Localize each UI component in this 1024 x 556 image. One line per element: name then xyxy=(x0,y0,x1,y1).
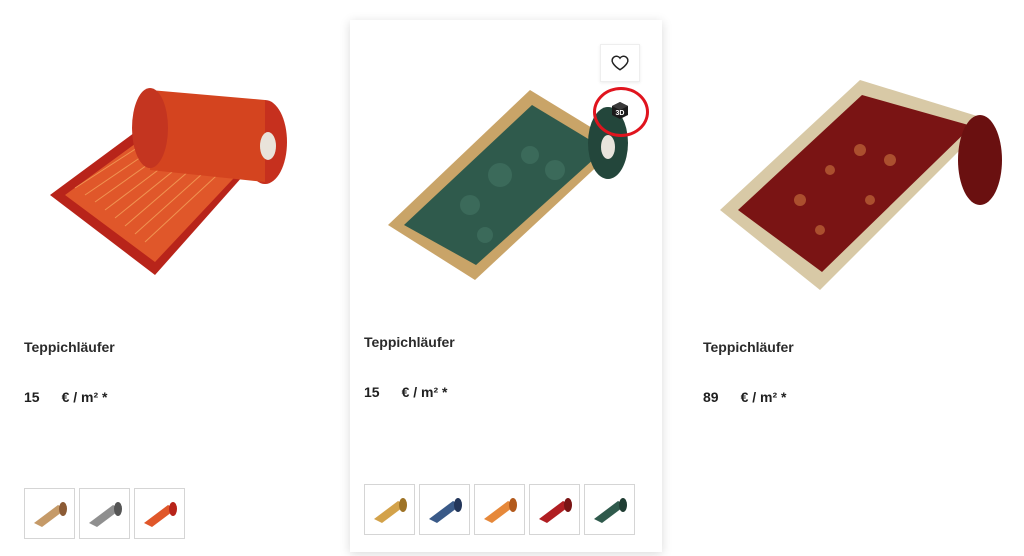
heart-icon xyxy=(611,55,629,71)
color-swatches xyxy=(24,488,185,539)
swatch-orange-runner[interactable] xyxy=(474,484,525,535)
price-value: 15 xyxy=(24,389,40,405)
price-unit: € / m² * xyxy=(740,389,787,405)
product-image[interactable] xyxy=(40,70,300,300)
price-unit: € / m² * xyxy=(401,384,448,400)
product-title[interactable]: Teppichläufer xyxy=(364,334,455,350)
price-value: 89 xyxy=(703,389,719,405)
swatch-green-runner[interactable] xyxy=(584,484,635,535)
product-card-2[interactable]: 3D Teppichläufer 15 € / m² * xyxy=(350,20,662,552)
swatch-red-runner[interactable] xyxy=(529,484,580,535)
product-title[interactable]: Teppichläufer xyxy=(703,339,794,355)
product-image[interactable] xyxy=(710,60,1010,300)
swatch-grey-runner[interactable] xyxy=(79,488,130,539)
swatch-beige-runner[interactable] xyxy=(24,488,75,539)
wishlist-button[interactable] xyxy=(600,44,640,82)
swatch-gold-runner[interactable] xyxy=(364,484,415,535)
product-card-3[interactable]: Teppichläufer 89 € / m² * xyxy=(680,0,1024,556)
product-price: 89 € / m² * xyxy=(703,389,786,405)
product-title[interactable]: Teppichläufer xyxy=(24,339,115,355)
color-swatches xyxy=(364,484,635,535)
swatch-orange-runner[interactable] xyxy=(134,488,185,539)
price-unit: € / m² * xyxy=(61,389,108,405)
highlight-circle xyxy=(593,87,649,137)
product-price: 15 € / m² * xyxy=(24,389,107,405)
price-value: 15 xyxy=(364,384,380,400)
swatch-blue-runner[interactable] xyxy=(419,484,470,535)
product-price: 15 € / m² * xyxy=(364,384,447,400)
product-card-1[interactable]: Teppichläufer 15 € / m² * xyxy=(0,0,340,556)
